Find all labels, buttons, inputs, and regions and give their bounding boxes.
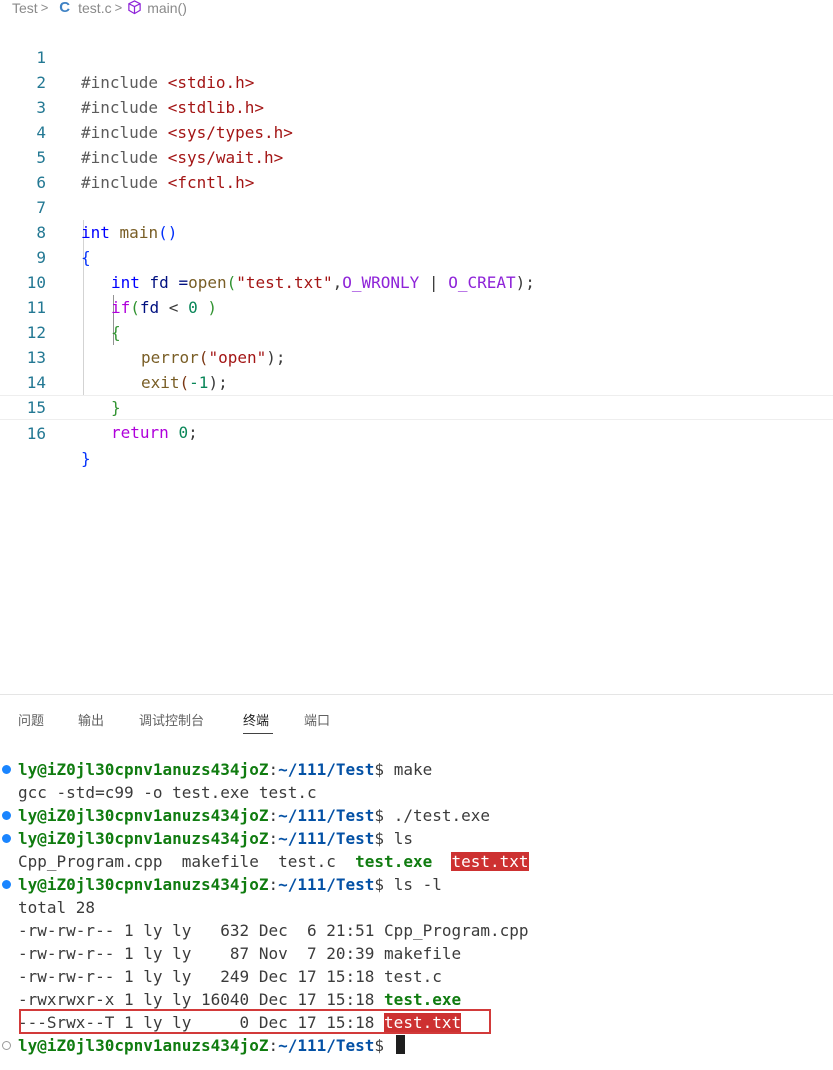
code-line: 1 #include <stdio.h>: [0, 20, 833, 92]
tab-debug-console[interactable]: 调试控制台: [139, 710, 204, 729]
terminal-output-line: -rwxrwxr-x 1 ly ly 16040 Dec 17 15:18 te…: [18, 990, 462, 1009]
chevron-right-icon: >: [40, 0, 49, 15]
terminal-prompt-line: ly@iZ0jl30cpnv1anuzs434joZ:~/111/Test$ .…: [18, 806, 491, 825]
terminal-prompt-line: ly@iZ0jl30cpnv1anuzs434joZ:~/111/Test$: [18, 1034, 405, 1057]
code-line: 7 int main(): [0, 170, 833, 242]
line-number: 16: [26, 424, 46, 443]
breadcrumb-file[interactable]: test.c: [78, 0, 111, 16]
breadcrumb-folder[interactable]: Test: [12, 0, 38, 16]
panel-divider: [0, 694, 833, 695]
terminal-output-line: -rw-rw-r-- 1 ly ly 87 Nov 7 20:39 makefi…: [18, 944, 462, 963]
code-line: 2 #include <stdlib.h>: [0, 45, 833, 117]
command-success-dot-icon[interactable]: [2, 834, 11, 843]
terminal-prompt-line: ly@iZ0jl30cpnv1anuzs434joZ:~/111/Test$ l…: [18, 875, 442, 894]
terminal-output-line: Cpp_Program.cpp makefile test.c test.exe…: [18, 852, 529, 871]
code-line: 10 if(fd < 0 ): [0, 245, 833, 317]
tab-ports[interactable]: 端口: [304, 710, 330, 729]
code-line: 15 return 0;: [0, 370, 833, 442]
c-language-icon: C: [59, 0, 71, 16]
chevron-right-icon: >: [114, 0, 123, 15]
terminal-output-line: -rw-rw-r-- 1 ly ly 632 Dec 6 21:51 Cpp_P…: [18, 921, 529, 940]
terminal-output-line: total 28: [18, 898, 96, 917]
code-line: 8 {: [0, 195, 833, 267]
annotation-highlight-box: [19, 1009, 491, 1034]
terminal-prompt-line: ly@iZ0jl30cpnv1anuzs434joZ:~/111/Test$ m…: [18, 760, 433, 779]
function-cube-icon: [127, 0, 143, 16]
breadcrumb: Test > C test.c > main(): [0, 0, 833, 16]
tab-output[interactable]: 输出: [78, 710, 104, 729]
code-line: 3 #include <sys/types.h>: [0, 70, 833, 142]
command-success-dot-icon[interactable]: [2, 765, 11, 774]
panel-tabs: 问题 输出 调试控制台 终端 端口: [0, 706, 833, 736]
command-success-dot-icon[interactable]: [2, 811, 11, 820]
code-editor[interactable]: 1 #include <stdio.h> 2 #include <stdlib.…: [0, 20, 833, 468]
code-line-current: 16 }: [0, 395, 833, 468]
code-line: 5 #include <fcntl.h>: [0, 120, 833, 192]
terminal-cursor: [395, 1035, 405, 1054]
tab-problems[interactable]: 问题: [18, 710, 44, 729]
code-line: 6: [0, 145, 833, 192]
code-line: 9 int fd =open("test.txt",O_WRONLY | O_C…: [0, 220, 833, 292]
terminal-output-line: -rw-rw-r-- 1 ly ly 249 Dec 17 15:18 test…: [18, 967, 442, 986]
command-pending-dot-icon[interactable]: [2, 1041, 11, 1050]
command-success-dot-icon[interactable]: [2, 880, 11, 889]
code-line: 4 #include <sys/wait.h>: [0, 95, 833, 167]
code-line: 14 }: [0, 345, 833, 417]
active-tab-indicator: [243, 733, 273, 734]
code-line: 11 {: [0, 270, 833, 342]
terminal-prompt-line: ly@iZ0jl30cpnv1anuzs434joZ:~/111/Test$ l…: [18, 829, 413, 848]
breadcrumb-symbol[interactable]: main(): [147, 0, 187, 16]
code-line: 12 perror("open");: [0, 295, 833, 367]
tab-terminal[interactable]: 终端: [243, 710, 269, 729]
code-line: 13 exit(-1);: [0, 320, 833, 392]
terminal-output-line: gcc -std=c99 -o test.exe test.c: [18, 783, 317, 802]
